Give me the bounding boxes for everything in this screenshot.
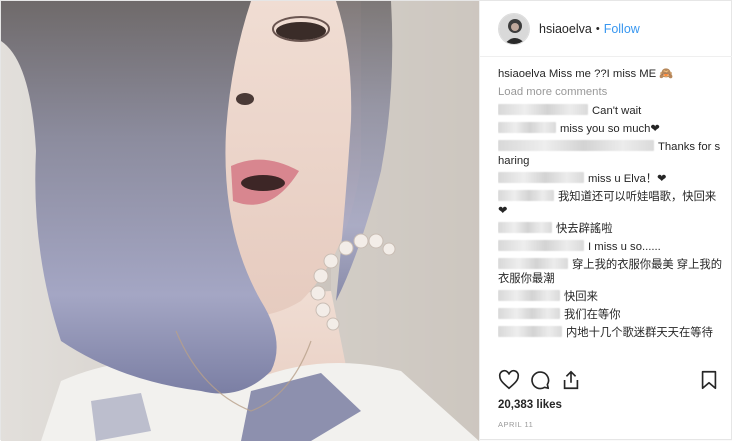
follow-button[interactable]: Follow xyxy=(604,22,640,36)
comment-text: 快去辟謠啦 xyxy=(556,223,613,235)
post-header: hsiaoelva • Follow xyxy=(480,1,732,57)
bookmark-icon[interactable] xyxy=(698,369,722,393)
comment-text: 快回来 xyxy=(564,291,598,303)
comment-item: miss u Elva！❤ xyxy=(498,172,724,186)
comment-text: miss you so much❤ xyxy=(560,123,660,135)
avatar-image xyxy=(499,13,529,44)
likes-count[interactable]: 20,383 likes xyxy=(498,399,562,411)
instagram-post: hsiaoelva • Follow hsiaoelva Miss me ??I… xyxy=(0,0,732,441)
comment-text: 我们在等你 xyxy=(564,309,621,321)
blurred-username[interactable] xyxy=(498,190,554,201)
comment-item: 内地十几个歌迷群天天在等待 xyxy=(498,326,724,340)
caption-username[interactable]: hsiaoelva xyxy=(498,68,546,80)
caption: hsiaoelva Miss me ??I miss ME 🙈 xyxy=(498,67,724,81)
blurred-username[interactable] xyxy=(498,290,560,301)
comment-text: Can't wait xyxy=(592,105,642,117)
comment-item: Can't wait xyxy=(498,104,724,118)
blurred-username[interactable] xyxy=(498,308,560,319)
caption-text: Miss me ??I miss ME xyxy=(548,68,657,80)
blurred-username[interactable] xyxy=(498,172,584,183)
selfie-image xyxy=(1,1,479,441)
blurred-username[interactable] xyxy=(498,240,584,251)
comment-item: Thanks for sharing xyxy=(498,140,724,168)
blurred-username[interactable] xyxy=(498,326,562,337)
blurred-username[interactable] xyxy=(498,222,552,233)
load-more-comments-link[interactable]: Load more comments xyxy=(498,85,724,99)
comment-item: 快去辟謠啦 xyxy=(498,222,724,236)
post-photo[interactable] xyxy=(1,1,479,441)
share-icon[interactable] xyxy=(560,369,584,393)
caption-emoji: 🙈 xyxy=(659,68,674,80)
avatar[interactable] xyxy=(498,12,530,45)
blurred-username[interactable] xyxy=(498,104,588,115)
comment-item: 我们在等你 xyxy=(498,308,724,322)
comment-item: 穿上我的衣服你最美 穿上我的衣服你最潮 xyxy=(498,258,724,286)
post-sidebar: hsiaoelva • Follow hsiaoelva Miss me ??I… xyxy=(479,1,732,441)
comment-text: 内地十几个歌迷群天天在等待 xyxy=(566,327,713,339)
comment-icon[interactable] xyxy=(529,369,553,393)
username-link[interactable]: hsiaoelva xyxy=(539,22,592,36)
heart-icon[interactable] xyxy=(498,369,522,393)
comment-item: 我知道还可以听娃唱歌，快回来❤ xyxy=(498,190,724,218)
comment-item: 快回来 xyxy=(498,290,724,304)
comments-list: hsiaoelva Miss me ??I miss ME 🙈 Load mor… xyxy=(498,67,724,359)
action-bar xyxy=(498,369,722,397)
post-date[interactable]: APRIL 11 xyxy=(498,420,533,429)
blurred-username[interactable] xyxy=(498,122,556,133)
comment-text: miss u Elva！❤ xyxy=(588,173,667,185)
separator-dot: • xyxy=(595,22,600,35)
blurred-username[interactable] xyxy=(498,258,568,269)
comment-item: I miss u so...... xyxy=(498,240,724,254)
comment-text: I miss u so...... xyxy=(588,241,661,253)
comment-item: miss you so much❤ xyxy=(498,122,724,136)
blurred-username[interactable] xyxy=(498,140,654,151)
